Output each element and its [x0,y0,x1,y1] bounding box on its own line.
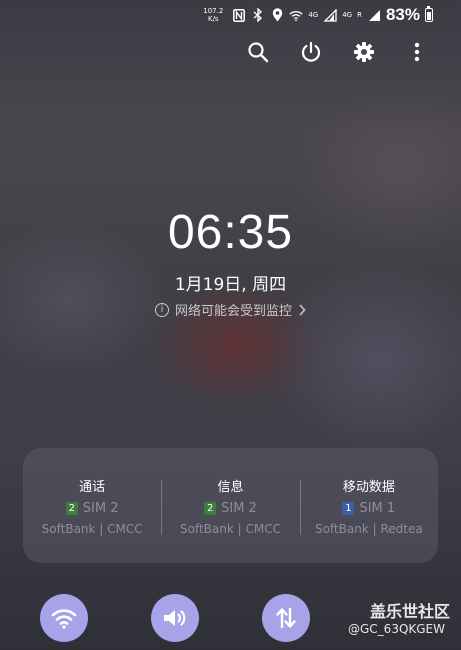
lockscreen-date: 1月19日, 周四 [174,275,287,295]
watermark-user: @GC_63QKGEW [348,622,446,636]
sim-mobile-data-badge: 1 [342,501,355,515]
sim-messages-title: 信息 [217,479,244,495]
location-icon [270,8,284,22]
network-speed-value: 107.2 [203,7,224,15]
battery-fill [427,11,431,20]
sim-messages-badge: 2 [204,501,217,515]
sim-calls-current: 2 SIM 2 [65,500,119,516]
network-monitor-text: 网络可能会受到监控 [174,304,292,319]
lockscreen-clock: 06:35 [167,206,294,259]
more-options-button[interactable] [403,38,431,66]
network-speed: 107.2 K/s [203,7,223,23]
sim2-roaming-indicator: R [357,11,362,19]
watermark-site: 盖乐世社区 [370,602,451,621]
more-vertical-icon [414,42,420,62]
sim-calls-badge: 2 [65,501,78,515]
bluetooth-icon [251,8,265,22]
network-monitor-notice[interactable]: i 网络可能会受到监控 [0,300,461,319]
sim-mobile-data-current: 1 SIM 1 [342,501,395,516]
sim-calls-sim: SIM 2 [82,500,119,516]
chevron-right-icon [299,303,306,316]
volume-icon [164,610,186,626]
wifi-icon [289,8,303,22]
sim-messages-current: 2 SIM 2 [204,501,257,516]
signal-sim2-icon [367,8,381,22]
mobile-data-toggle[interactable] [262,594,310,642]
status-bar: 107.2 K/s 4G 4G R 83% [0,0,461,30]
wifi-icon [51,609,77,629]
top-actions [0,38,461,66]
sim-messages-carriers: SoftBank | CMCC [180,521,281,536]
data-transfer-icon [276,607,296,629]
sim-mobile-data-sim: SIM 1 [359,500,396,516]
sim2-network-type: 4G [342,11,353,19]
sound-toggle[interactable] [151,594,199,642]
settings-button[interactable] [350,38,378,66]
sim1-network-type: 4G [308,11,319,19]
signal-sim1-icon [323,8,337,22]
nfc-icon [232,8,246,22]
sim-mobile-data-setting[interactable]: 移动数据 1 SIM 1 SoftBank | Redtea [299,448,438,563]
sim-messages-sim: SIM 2 [221,500,257,516]
battery-icon [425,6,433,22]
search-icon [248,42,269,63]
sim-manager-panel: 通话 2 SIM 2 SoftBank | CMCC 信息 2 SIM 2 So… [23,448,438,563]
sim-calls-setting[interactable]: 通话 2 SIM 2 SoftBank | CMCC [23,448,161,563]
sim-mobile-data-carriers: SoftBank | Redtea [314,521,423,536]
sim-calls-title: 通话 [79,479,106,495]
power-button[interactable] [297,38,325,66]
wifi-toggle[interactable] [40,594,88,642]
sim-messages-setting[interactable]: 信息 2 SIM 2 SoftBank | CMCC [161,448,299,563]
sim-calls-carriers: SoftBank | CMCC [41,521,143,536]
gear-icon [354,42,374,62]
sim-mobile-data-title: 移动数据 [342,479,395,495]
network-speed-unit: K/s [207,15,219,23]
info-icon: i [154,302,169,317]
power-icon [301,41,321,62]
search-button[interactable] [244,38,272,66]
battery-percent: 83% [385,5,420,24]
